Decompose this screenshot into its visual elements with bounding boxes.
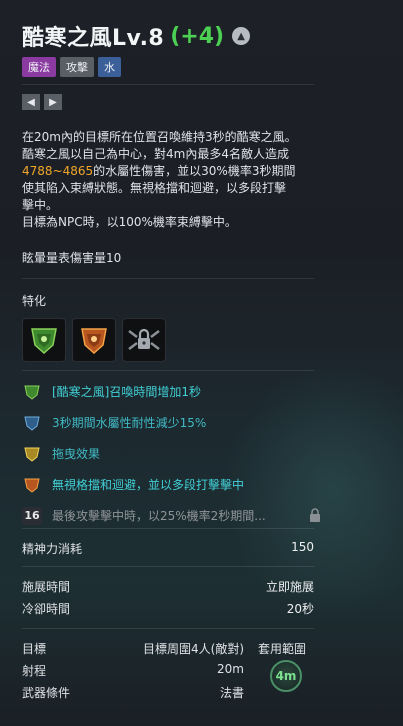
divider	[22, 84, 314, 85]
cooldown-label: 冷卻時間	[22, 602, 71, 616]
skill-description: 在20m內的目標所在位置召喚維持3秒的酷寒之風。 酷寒之風以自己為中心，對4m內…	[22, 129, 322, 231]
damage-value: 4788~4865	[22, 164, 94, 178]
desc-line-4: 使其陷入束縛狀態。無視格擋和迴避，以多段打擊	[22, 181, 287, 195]
cooldown-row: 冷卻時間 20秒	[22, 600, 314, 617]
blue-shield-icon	[22, 413, 42, 433]
spec-slot-3-locked[interactable]	[122, 318, 166, 362]
skill-title: 酷寒之風Lv.8	[22, 26, 165, 51]
divider	[22, 528, 314, 529]
cast-time-row: 施展時間 立即施展	[22, 578, 314, 595]
desc-line-2: 酷寒之風以自己為中心，對4m內最多4名敵人造成	[22, 147, 289, 161]
chained-lock-icon	[128, 328, 160, 350]
spec-slot-1[interactable]	[22, 318, 66, 362]
range-row: 射程 20m	[22, 662, 244, 679]
green-shield-icon	[22, 382, 42, 402]
target-label: 目標	[22, 642, 47, 656]
mp-cost-row: 精神力消耗 150	[22, 540, 314, 557]
desc-line-3-rest: 的水屬性傷害，並以30%機率3秒期間	[93, 164, 296, 178]
weapon-row: 武器條件 法書	[22, 684, 244, 701]
target-row: 目標 目標周圍4人(敵對)	[22, 640, 244, 657]
page-nav: ◀ ▶	[22, 94, 62, 110]
next-button[interactable]: ▶	[44, 94, 62, 110]
tag-magic: 魔法	[22, 57, 56, 77]
divider	[22, 628, 314, 629]
spec-effect-text: 拖曳效果	[52, 447, 101, 461]
divider	[22, 370, 314, 371]
desc-line-1: 在20m內的目標所在位置召喚維持3秒的酷寒之風。	[22, 130, 297, 144]
skill-tooltip-panel: 酷寒之風Lv.8 (+4) ▲ 魔法 攻擊 水 ◀ ▶ 在20m內的目標所在位置…	[0, 0, 403, 726]
weapon-value: 法書	[219, 686, 244, 700]
upgrade-icon[interactable]: ▲	[232, 27, 251, 45]
mp-cost-value: 150	[291, 540, 314, 554]
title-row: 酷寒之風Lv.8 (+4) ▲	[22, 18, 251, 54]
area-label: 套用範圍	[258, 642, 307, 656]
cast-time-label: 施展時間	[22, 580, 71, 594]
spec-effect-row-locked: 16 最後攻擊擊中時，以25%機率2秒期間...	[22, 500, 322, 531]
range-label: 射程	[22, 664, 47, 678]
lock-icon	[308, 507, 322, 527]
orange-shield-icon	[81, 328, 107, 355]
spec-effect-row: [酷寒之風]召喚時間增加1秒	[22, 376, 322, 407]
divider	[22, 566, 314, 567]
tag-attack: 攻擊	[60, 57, 94, 77]
spec-effect-row: 無視格擋和迴避，並以多段打擊擊中	[22, 469, 322, 500]
tag-water: 水	[98, 57, 121, 77]
spec-effect-text: 3秒期間水屬性耐性減少15%	[52, 416, 207, 430]
area-range-badge: 4m	[270, 660, 302, 692]
green-shield-icon	[31, 328, 57, 355]
yellow-shield-icon	[22, 444, 42, 464]
orange-shield-icon	[22, 475, 42, 495]
desc-line-3: 4788~4865的水屬性傷害，並以30%機率3秒期間	[22, 163, 322, 180]
desc-line-6: 目標為NPC時，以100%機率束縛擊中。	[22, 215, 237, 229]
desc-line-5: 擊中。	[22, 198, 59, 212]
spec-effect-text: [酷寒之風]召喚時間增加1秒	[52, 385, 201, 399]
stun-text: 眩暈量表傷害量10	[22, 251, 122, 265]
specialization-icons	[22, 318, 166, 362]
spec-effect-row: 拖曳效果	[22, 438, 322, 469]
range-value: 20m	[217, 662, 244, 676]
prev-button[interactable]: ◀	[22, 94, 40, 110]
spec-effect-text: 無視格擋和迴避，並以多段打擊擊中	[52, 478, 245, 492]
specialization-effects: [酷寒之風]召喚時間增加1秒 3秒期間水屬性耐性減少15% 拖曳效果 無視格擋和…	[22, 376, 322, 531]
mp-cost-label: 精神力消耗	[22, 542, 83, 556]
target-value: 目標周圍4人(敵對)	[143, 642, 244, 656]
skill-tags: 魔法 攻擊 水	[22, 57, 121, 77]
weapon-label: 武器條件	[22, 686, 71, 700]
specialization-title: 特化	[22, 294, 47, 308]
spec-effect-text: 最後攻擊擊中時，以25%機率2秒期間...	[52, 509, 266, 523]
cooldown-value: 20秒	[286, 602, 314, 616]
skill-plus-level: (+4)	[170, 23, 225, 49]
cast-time-value: 立即施展	[265, 580, 314, 594]
spec-slot-2[interactable]	[72, 318, 116, 362]
divider	[22, 278, 314, 279]
spec-effect-row: 3秒期間水屬性耐性減少15%	[22, 407, 322, 438]
level-badge: 16	[22, 506, 42, 525]
